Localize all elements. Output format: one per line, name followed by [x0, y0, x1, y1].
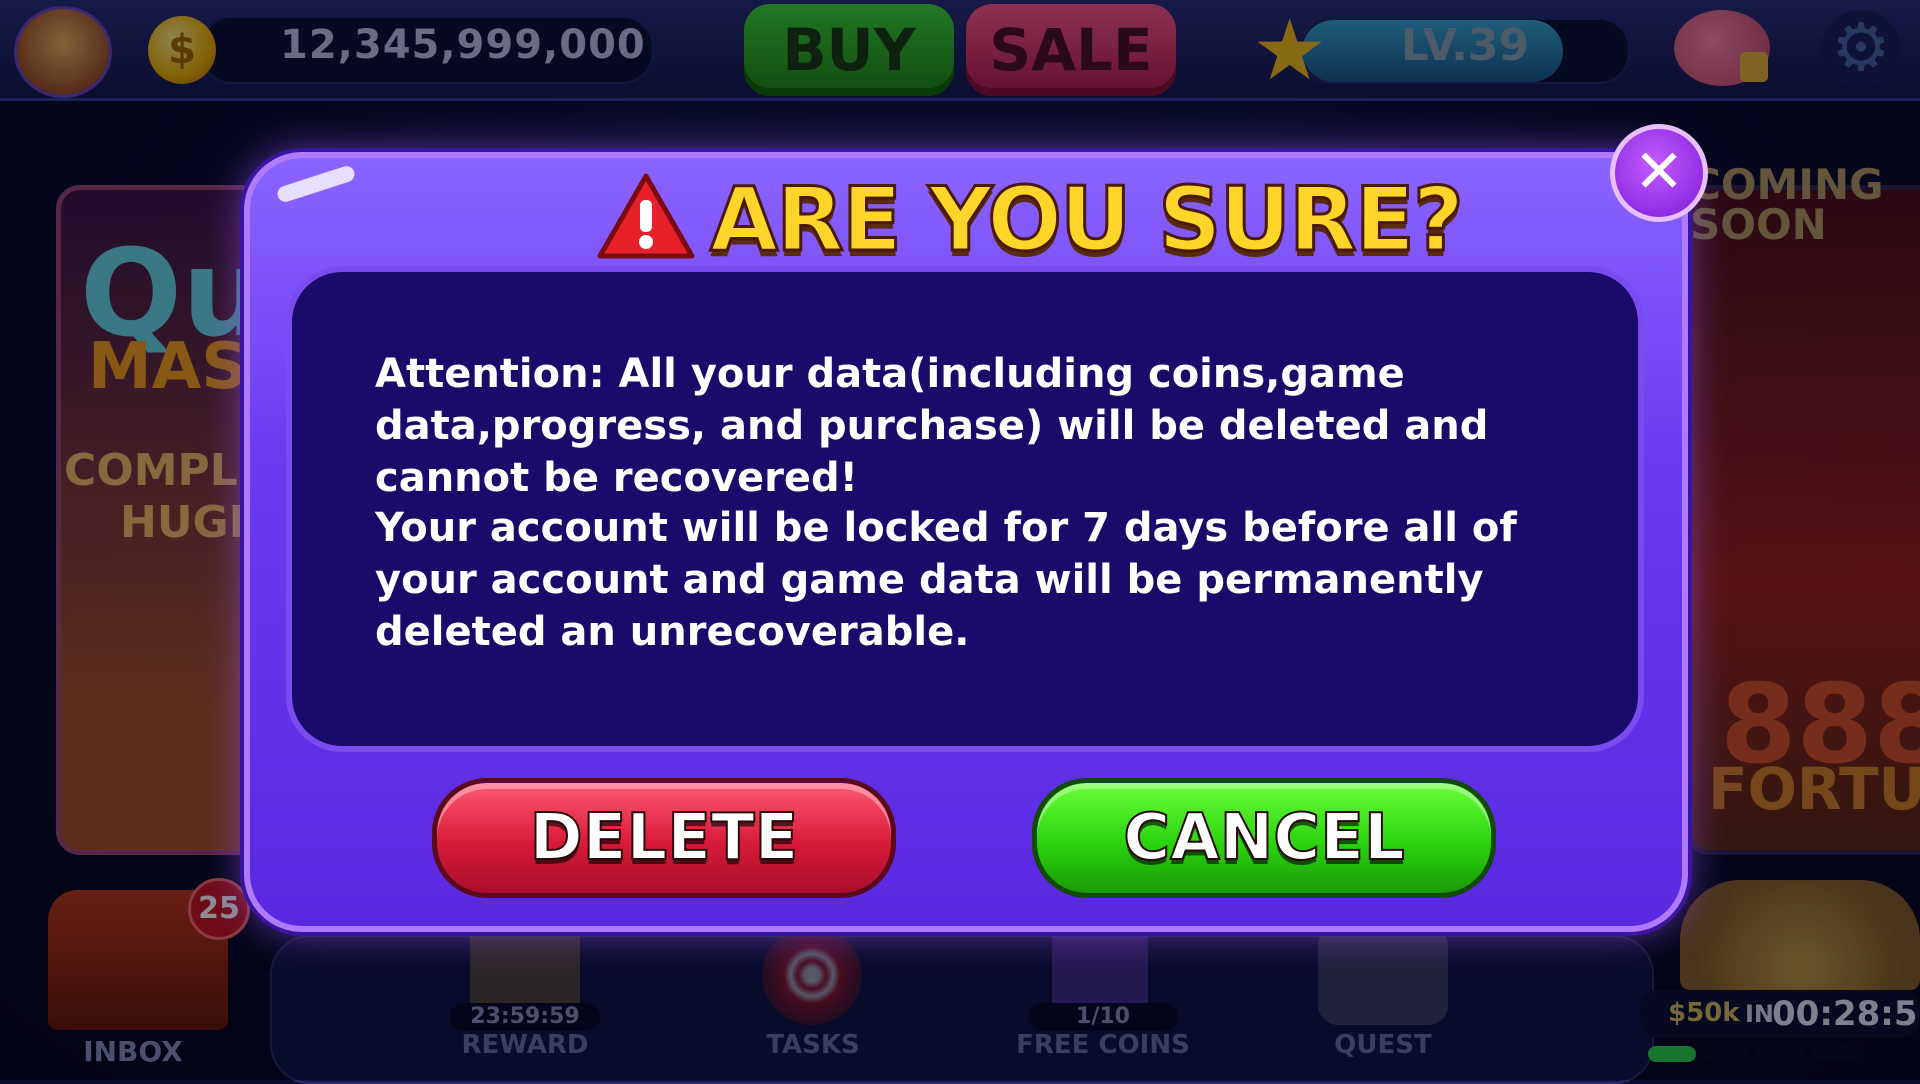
- close-icon[interactable]: ✕: [1610, 124, 1708, 222]
- warning-message: Attention: All your data(including coins…: [375, 351, 1489, 501]
- delete-button[interactable]: DELETE: [432, 778, 896, 898]
- warning-icon: [597, 173, 695, 259]
- dialog-title: ARE YOU SURE?: [709, 167, 1466, 273]
- cancel-button[interactable]: CANCEL: [1032, 778, 1496, 898]
- lock-message: Your account will be locked for 7 days b…: [375, 505, 1517, 655]
